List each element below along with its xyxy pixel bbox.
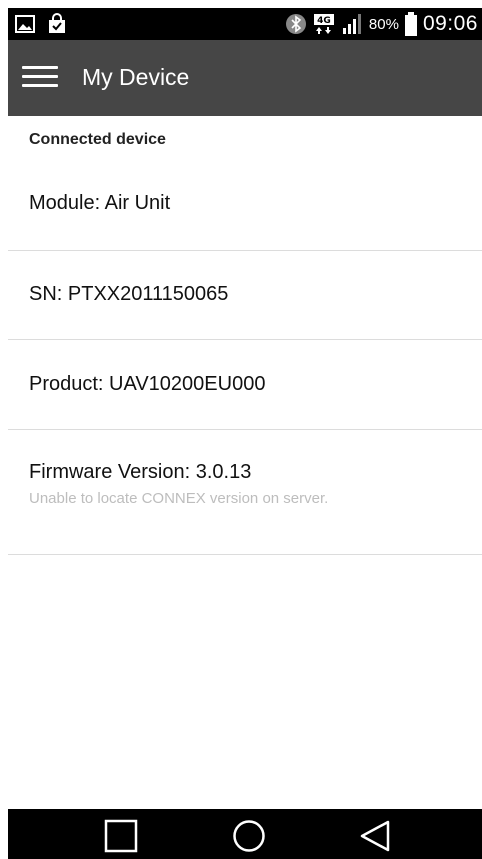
network-4g-icon: 4G [313, 14, 334, 34]
bluetooth-icon [285, 14, 306, 34]
signal-icon [342, 14, 361, 34]
serial-number-row: SN: PTXX2011150065 [8, 251, 482, 339]
clock: 09:06 [422, 12, 478, 35]
back-icon[interactable] [358, 819, 392, 853]
divider [8, 554, 482, 555]
shopping-bag-icon [49, 13, 65, 33]
network-label: 4G [317, 16, 331, 26]
serial-number-label: SN: PTXX2011150065 [29, 283, 229, 305]
firmware-status-message: Unable to locate CONNEX version on serve… [29, 490, 329, 507]
home-icon[interactable] [232, 819, 266, 853]
battery-icon [404, 12, 417, 36]
module-row: Module: Air Unit [8, 174, 482, 250]
status-bar: 4G 80% 09:06 [8, 8, 482, 40]
app-bar: My Device [8, 40, 482, 116]
product-label: Product: UAV10200EU000 [29, 373, 266, 395]
product-row: Product: UAV10200EU000 [8, 340, 482, 429]
navigation-bar [8, 809, 482, 859]
image-icon [15, 15, 35, 33]
hamburger-menu-icon[interactable] [22, 62, 58, 94]
section-header: Connected device [29, 131, 166, 148]
firmware-version-label: Firmware Version: 3.0.13 [29, 461, 252, 483]
recent-apps-icon[interactable] [104, 819, 138, 853]
page-title: My Device [82, 64, 190, 90]
module-label: Module: Air Unit [29, 192, 171, 214]
firmware-row: Firmware Version: 3.0.13 Unable to locat… [8, 430, 482, 554]
battery-percent: 80% [368, 15, 399, 33]
